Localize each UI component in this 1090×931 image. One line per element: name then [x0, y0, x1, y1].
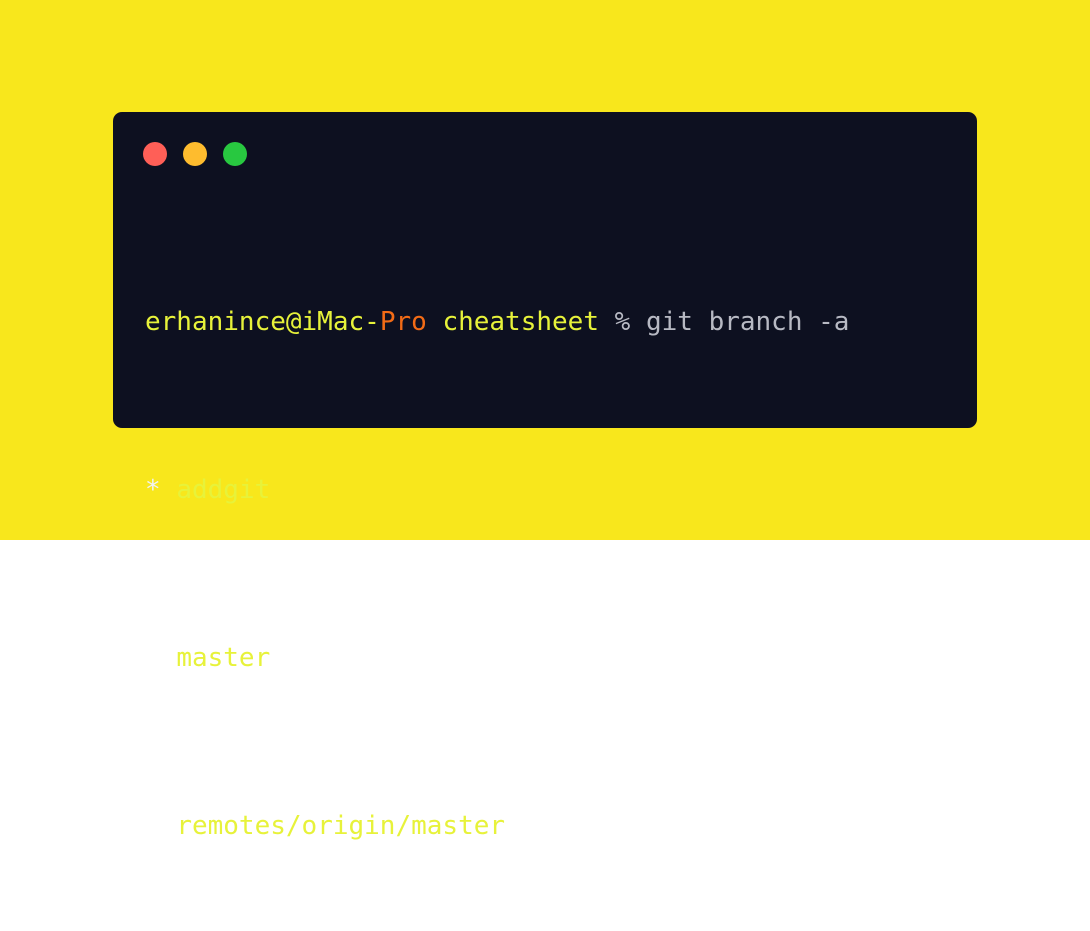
prompt-user-host: erhanince@iMac- — [145, 307, 380, 337]
current-branch-marker: * — [145, 475, 161, 505]
branch-name: master — [176, 643, 271, 673]
branch-gap — [161, 475, 177, 505]
branch-marker — [145, 811, 161, 841]
prompt-host-suffix: Pro — [379, 307, 427, 337]
branch-name: addgit — [176, 475, 271, 505]
terminal-output: erhanince@iMac-Pro cheatsheet % git bran… — [145, 217, 849, 931]
window-controls — [143, 142, 247, 166]
branch-gap — [161, 811, 177, 841]
branch-line: * addgit — [145, 469, 849, 511]
branch-line: master — [145, 637, 849, 679]
branch-gap — [161, 643, 177, 673]
close-dot[interactable] — [143, 142, 167, 166]
prompt-symbol: % — [598, 307, 646, 337]
prompt-line: erhanince@iMac-Pro cheatsheet % git bran… — [145, 301, 849, 343]
branch-name: remotes/origin/master — [176, 811, 506, 841]
maximize-dot[interactable] — [223, 142, 247, 166]
command-text: git branch -a — [645, 307, 850, 337]
minimize-dot[interactable] — [183, 142, 207, 166]
branch-line: remotes/origin/master — [145, 805, 849, 847]
prompt-directory: cheatsheet — [442, 307, 599, 337]
terminal-window[interactable]: erhanince@iMac-Pro cheatsheet % git bran… — [113, 112, 977, 841]
page-background: erhanince@iMac-Pro cheatsheet % git bran… — [0, 0, 1090, 841]
branch-marker — [145, 643, 161, 673]
